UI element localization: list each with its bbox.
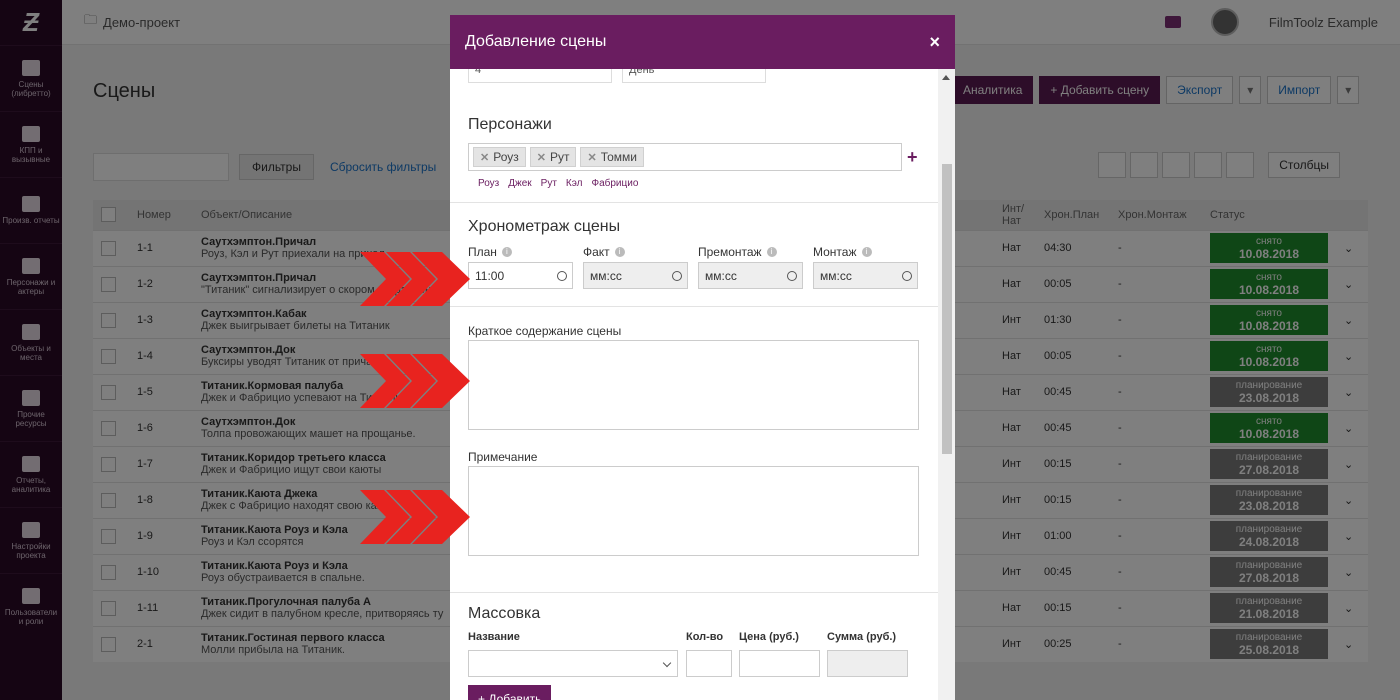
add-scene-modal: Добавление сцены × 4 День Персонажи ✕ Роу… (450, 15, 955, 700)
montage-time-input[interactable]: мм:сс (813, 262, 918, 289)
add-character-icon[interactable]: + (907, 147, 918, 168)
montage-label: Монтаж (813, 245, 857, 259)
info-icon[interactable]: i (614, 247, 625, 257)
chip-label: Томми (600, 150, 637, 164)
extras-sum-label: Сумма (руб.) (827, 631, 897, 643)
plan-label: План (468, 245, 497, 259)
fact-label: Факт (583, 245, 610, 259)
suggestion-link[interactable]: Джек (508, 178, 531, 189)
character-chip[interactable]: ✕ Томми (580, 147, 644, 167)
suggestion-link[interactable]: Кэл (566, 178, 583, 189)
arrow-annotation-icon (360, 354, 470, 408)
daytime-select[interactable]: День (622, 69, 766, 83)
modal-title: Добавление сцены (465, 33, 607, 50)
clock-icon[interactable] (672, 270, 682, 281)
extras-name-select[interactable] (468, 650, 678, 677)
clock-icon[interactable] (902, 270, 912, 281)
plan-time-input[interactable]: 11:00 (468, 262, 573, 289)
characters-title: Персонажи (468, 116, 552, 133)
info-icon[interactable]: i (501, 247, 512, 257)
divider (450, 306, 938, 307)
extras-sum-input (827, 650, 908, 677)
fact-time-value: мм:сс (590, 268, 622, 283)
fact-time-input[interactable]: мм:сс (583, 262, 688, 289)
character-chip[interactable]: ✕ Роуз (473, 147, 526, 167)
info-icon[interactable]: i (861, 247, 872, 257)
suggestion-link[interactable]: Рут (541, 178, 557, 189)
characters-input[interactable]: ✕ Роуз ✕ Рут ✕ Томми (468, 143, 902, 171)
note-textarea[interactable] (468, 466, 919, 556)
chevron-down-icon (662, 658, 672, 668)
remove-icon[interactable]: ✕ (587, 151, 596, 164)
extras-qty-label: Кол-во (686, 631, 724, 643)
scene-number-input[interactable]: 4 (468, 69, 612, 83)
divider (450, 592, 938, 593)
arrow-annotation-icon (360, 490, 470, 544)
suggestion-link[interactable]: Роуз (478, 178, 499, 189)
arrow-annotation-icon (360, 252, 470, 306)
summary-textarea[interactable] (468, 340, 919, 430)
plan-time-value: 11:00 (475, 268, 505, 283)
extras-title: Массовка (468, 605, 541, 622)
info-icon[interactable]: i (766, 247, 777, 257)
chip-label: Рут (549, 150, 570, 164)
remove-icon[interactable]: ✕ (537, 151, 546, 164)
divider (450, 202, 938, 203)
summary-label: Краткое содержание сцены (468, 324, 622, 338)
extras-qty-input[interactable] (686, 650, 732, 677)
extras-name-label: Название (468, 631, 520, 643)
remove-icon[interactable]: ✕ (480, 151, 489, 164)
timing-title: Хронометраж сцены (468, 218, 621, 235)
scroll-up-icon[interactable] (942, 75, 950, 80)
premontage-time-input[interactable]: мм:сс (698, 262, 803, 289)
modal-scrollbar[interactable] (938, 69, 955, 700)
montage-time-value: мм:сс (820, 268, 852, 283)
extras-price-label: Цена (руб.) (739, 631, 799, 643)
clock-icon[interactable] (787, 270, 797, 281)
modal-body: 4 День Персонажи ✕ Роуз ✕ Рут ✕ Томми + Роу… (450, 69, 938, 700)
close-icon[interactable]: × (929, 32, 940, 53)
note-label: Примечание (468, 450, 538, 464)
add-extras-button[interactable]: + Добавить (468, 685, 552, 700)
premontage-label: Премонтаж (698, 245, 762, 259)
extras-price-input[interactable] (739, 650, 820, 677)
suggestion-link[interactable]: Фабрицио (591, 178, 638, 189)
chip-label: Роуз (493, 150, 519, 164)
modal-header: Добавление сцены × (450, 15, 955, 69)
premontage-time-value: мм:сс (705, 268, 737, 283)
scrollbar-thumb[interactable] (942, 164, 952, 454)
character-chip[interactable]: ✕ Рут (529, 147, 577, 167)
clock-icon[interactable] (557, 270, 567, 281)
